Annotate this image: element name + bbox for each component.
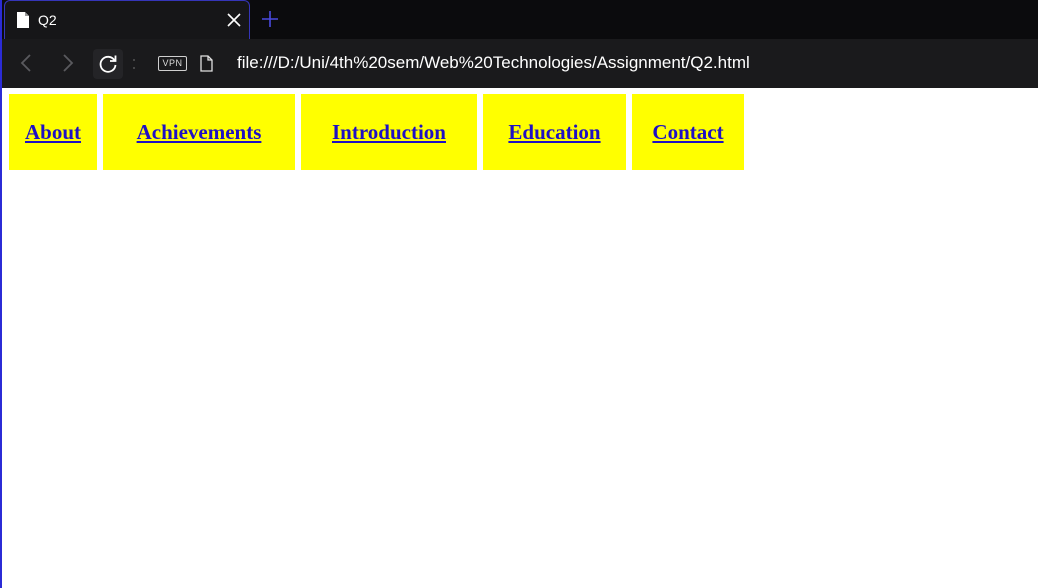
nav-link-introduction[interactable]: Introduction [332, 120, 446, 145]
nav-item-contact[interactable]: Contact [632, 94, 744, 170]
forward-arrow-icon[interactable] [56, 52, 78, 74]
reload-icon[interactable] [93, 49, 123, 79]
nav-item-about[interactable]: About [9, 94, 97, 170]
vpn-badge[interactable]: VPN [158, 56, 187, 71]
plus-icon[interactable] [259, 8, 281, 30]
tab-q2[interactable]: Q2 [4, 0, 250, 39]
nav-menu: About Achievements Introduction Educatio… [9, 94, 750, 170]
nav-item-introduction[interactable]: Introduction [301, 94, 477, 170]
address-bar-row: VPN file:///D:/Uni/4th%20sem/Web%20Techn… [2, 39, 1038, 88]
page-info-icon[interactable] [200, 55, 213, 72]
nav-link-achievements[interactable]: Achievements [137, 120, 262, 145]
close-icon[interactable] [224, 10, 244, 30]
tab-title: Q2 [38, 12, 57, 28]
toolbar-separator [133, 59, 135, 69]
nav-link-about[interactable]: About [25, 120, 81, 145]
tab-strip: Q2 [2, 0, 1038, 39]
back-arrow-icon[interactable] [16, 52, 38, 74]
nav-item-education[interactable]: Education [483, 94, 626, 170]
page-content: About Achievements Introduction Educatio… [2, 88, 1038, 588]
nav-link-contact[interactable]: Contact [652, 120, 723, 145]
page-icon [17, 12, 29, 28]
browser-window: Q2 VPN file:///D:/Uni/4th%20sem/Web%20Te… [0, 0, 1038, 588]
nav-item-achievements[interactable]: Achievements [103, 94, 295, 170]
address-bar-url[interactable]: file:///D:/Uni/4th%20sem/Web%20Technolog… [237, 53, 750, 73]
nav-link-education[interactable]: Education [508, 120, 600, 145]
